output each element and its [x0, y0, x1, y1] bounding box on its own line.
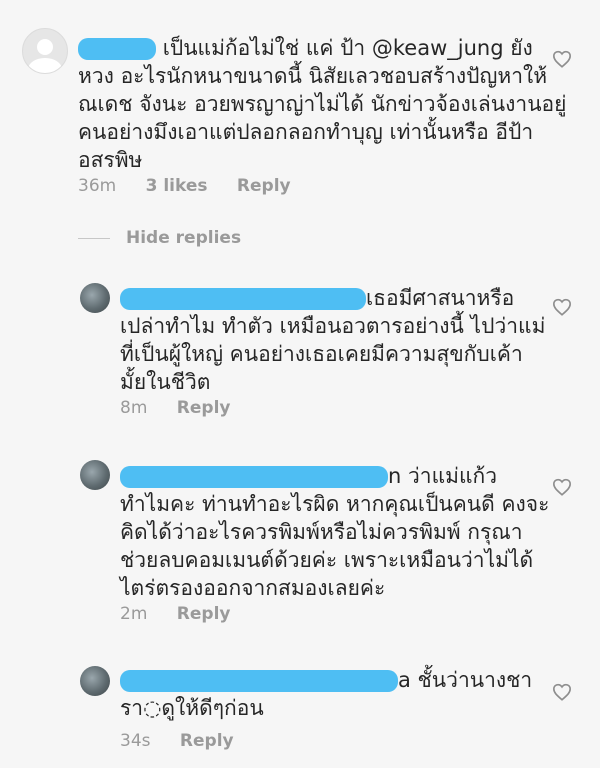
- default-avatar-icon[interactable]: [22, 28, 68, 74]
- comment-text: เป็นแม่ก้อไม่ใช่ แค่ ป้า @keaw_jung ยัง …: [78, 36, 567, 172]
- comment-text: n ว่าแม่แก้ว ทำไมคะ ท่านทำอะไรผิด หากคุณ…: [120, 464, 550, 600]
- avatar[interactable]: [80, 460, 110, 490]
- reply-button[interactable]: Reply: [180, 731, 234, 751]
- comment-meta: 34s Reply: [120, 731, 258, 751]
- heart-outline-icon[interactable]: [552, 298, 572, 316]
- likes-count[interactable]: 3 likes: [146, 176, 208, 196]
- reply-button[interactable]: Reply: [177, 398, 231, 418]
- redacted-username: [120, 288, 366, 310]
- comment-meta: 8m Reply: [120, 398, 255, 418]
- comment-time: 2m: [120, 604, 148, 624]
- avatar[interactable]: [80, 283, 110, 313]
- reply-button[interactable]: Reply: [237, 176, 291, 196]
- redacted-username: [78, 38, 156, 60]
- heart-outline-icon[interactable]: [552, 683, 572, 701]
- redacted-username: [120, 466, 388, 488]
- reply-button[interactable]: Reply: [177, 604, 231, 624]
- comment-meta: 36m 3 likes Reply: [78, 176, 315, 196]
- hide-replies-button[interactable]: Hide replies: [78, 228, 241, 248]
- heart-outline-icon[interactable]: [552, 478, 572, 496]
- comment-time: 36m: [78, 176, 117, 196]
- comment-text: เธอมีศาสนาหรือ เปล่าทำไม ทำตัว เหมือนอวต…: [120, 286, 546, 394]
- comment-time: 8m: [120, 398, 148, 418]
- divider: [78, 237, 110, 239]
- comment-text: a ชั้นว่านางชา รา◌ดูให้ดีๆก่อน: [120, 668, 533, 720]
- comment-meta: 2m Reply: [120, 604, 255, 624]
- comment-time: 34s: [120, 731, 151, 751]
- heart-outline-icon[interactable]: [552, 50, 572, 68]
- avatar[interactable]: [80, 666, 110, 696]
- redacted-username: [120, 670, 398, 692]
